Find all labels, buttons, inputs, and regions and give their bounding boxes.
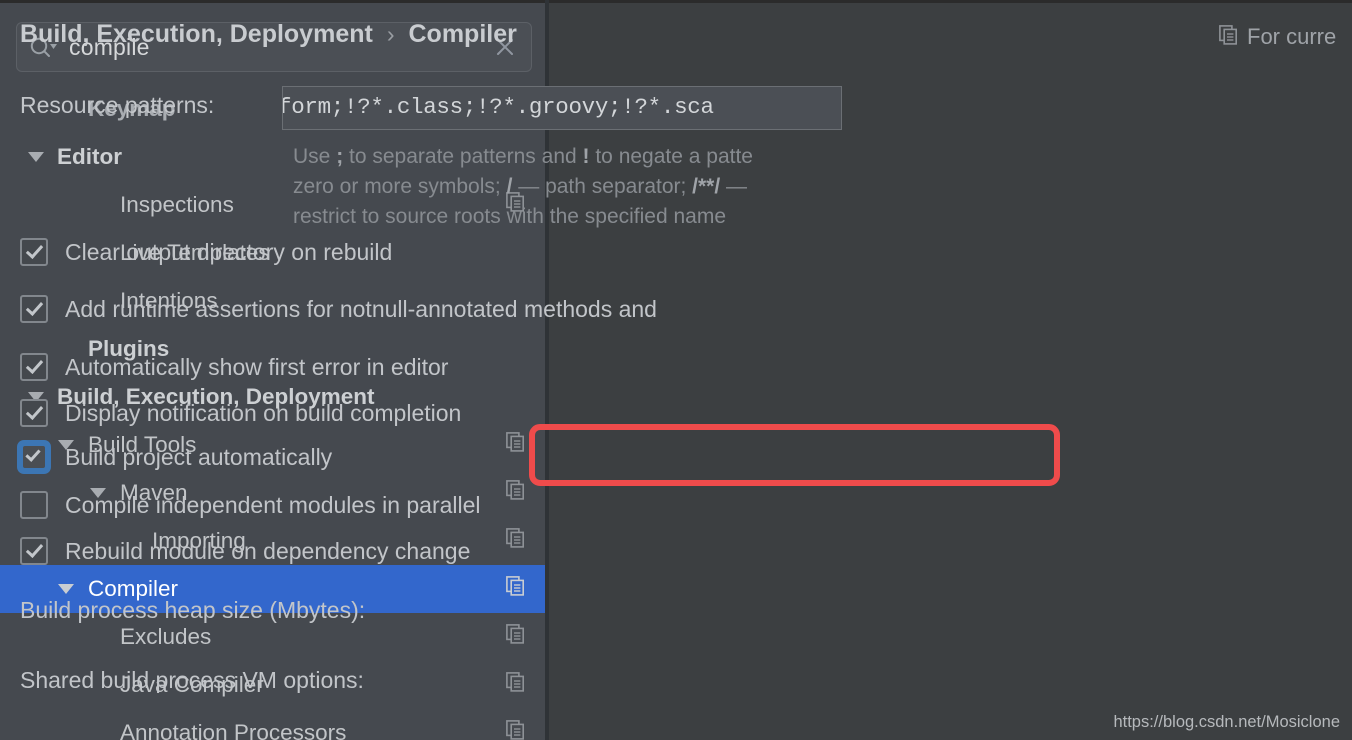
checkbox[interactable] — [20, 399, 48, 427]
resource-patterns-label: Resource patterns: — [20, 92, 215, 118]
hint-line: Use ; to separate patterns and ! to nega… — [293, 145, 753, 168]
checkbox-row-clear-output-directory-on-rebuild[interactable]: Clear output directory on rebuild — [20, 238, 392, 266]
copy-pages-icon[interactable] — [506, 624, 525, 650]
hint-line: restrict to source roots with the specif… — [293, 205, 727, 228]
field-label-shared-build-process-vm-option: Shared build process VM options: — [20, 667, 364, 693]
checkbox[interactable] — [17, 440, 51, 474]
checkbox-label: Display notification on build completion — [65, 399, 462, 426]
checkbox[interactable] — [20, 295, 48, 323]
checkbox-label: Automatically show first error in editor — [65, 353, 449, 380]
hint-line: zero or more symbols; / — path separator… — [293, 175, 748, 198]
checkbox-row-automatically-show-first-error-in-editor[interactable]: Automatically show first error in editor — [20, 353, 448, 381]
checkbox-label: Rebuild module on dependency change — [65, 537, 471, 564]
checkbox-label: Clear output directory on rebuild — [65, 238, 393, 265]
breadcrumb-current: Compiler — [408, 20, 517, 48]
chevron-down-icon[interactable] — [58, 584, 74, 594]
checkbox-label: Add runtime assertions for notnull-annot… — [65, 295, 657, 322]
checkbox[interactable] — [20, 238, 48, 266]
breadcrumb: Build, Execution, Deployment › Compiler — [20, 20, 517, 49]
copy-pages-icon[interactable] — [506, 576, 525, 602]
watermark: https://blog.csdn.net/Mosiclone — [1113, 713, 1340, 731]
chevron-down-icon[interactable] — [28, 152, 44, 162]
for-current-project-indicator[interactable]: For curre — [1219, 24, 1336, 50]
copy-pages-icon[interactable] — [506, 528, 525, 554]
sidebar-item-annotation-processors[interactable]: Annotation Processors — [0, 709, 545, 740]
field-label-build-process-heap-size-mbytes: Build process heap size (Mbytes): — [20, 597, 366, 623]
resource-patterns-hint: Use ; to separate patterns and ! to nega… — [293, 142, 913, 232]
checkbox[interactable] — [20, 353, 48, 381]
checkbox-row-rebuild-module-on-dependency-change[interactable]: Rebuild module on dependency change — [20, 537, 470, 565]
checkbox[interactable] — [20, 491, 48, 519]
for-current-project-label: For curre — [1247, 24, 1337, 49]
checkbox-row-build-project-automatically[interactable]: Build project automatically — [17, 440, 333, 474]
breadcrumb-separator-icon: › — [386, 21, 395, 47]
checkbox-label: Compile independent modules in parallel — [65, 491, 481, 518]
sidebar-item-label: Excludes — [120, 624, 212, 649]
sidebar-item-label: Editor — [57, 144, 122, 169]
copy-pages-icon — [1219, 24, 1238, 50]
copy-pages-icon[interactable] — [506, 432, 525, 458]
sidebar-item-label: Annotation Processors — [120, 720, 347, 740]
resource-patterns-input[interactable]: form;!?*.class;!?*.groovy;!?*.sca — [282, 86, 842, 130]
resource-patterns-value: form;!?*.class;!?*.groovy;!?*.sca — [282, 94, 714, 120]
checkbox-row-compile-independent-modules-in-parallel[interactable]: Compile independent modules in parallel — [20, 491, 481, 519]
settings-dialog: KeymapEditorInspectionsLive TemplatesInt… — [0, 0, 1352, 740]
checkbox-row-display-notification-on-build-completion[interactable]: Display notification on build completion — [20, 399, 461, 427]
sidebar-item-label: Inspections — [120, 192, 234, 217]
copy-pages-icon[interactable] — [506, 480, 525, 506]
copy-pages-icon[interactable] — [506, 720, 525, 740]
checkbox-row-add-runtime-assertions-for-notnull-annot[interactable]: Add runtime assertions for notnull-annot… — [20, 295, 657, 323]
copy-pages-icon[interactable] — [506, 672, 525, 698]
checkbox-label: Build project automatically — [65, 443, 333, 470]
breadcrumb-parent[interactable]: Build, Execution, Deployment — [20, 20, 373, 49]
checkbox[interactable] — [20, 537, 48, 565]
